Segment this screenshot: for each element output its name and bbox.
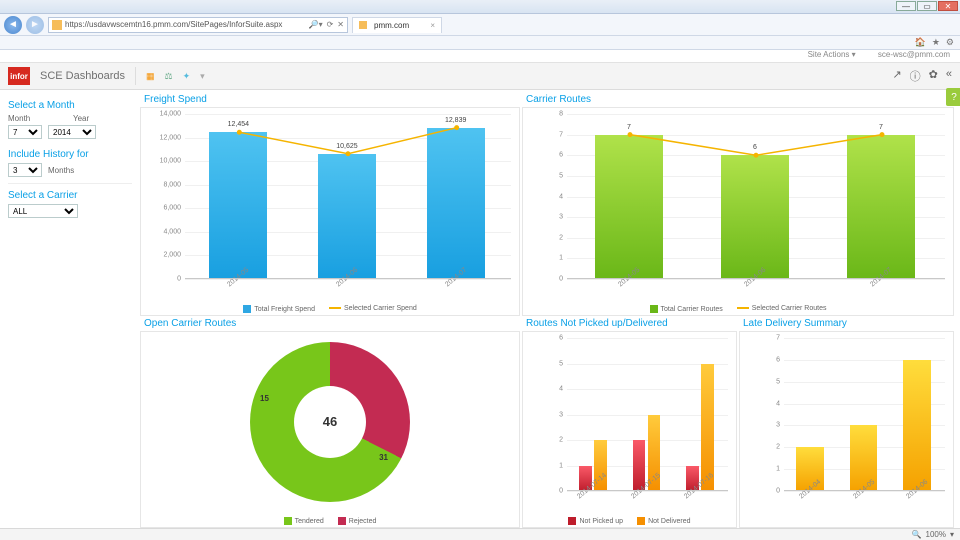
legend-selected-freight: Selected Carrier Spend <box>344 305 417 312</box>
carrier-select[interactable]: ALL <box>8 204 78 218</box>
not-picked-chart[interactable]: 01234562014-07-142014-07-152014-07-16 No… <box>522 331 737 528</box>
legend-tendered: Tendered <box>295 518 324 525</box>
history-unit-label: Months <box>48 166 132 175</box>
site-actions-menu[interactable]: Site Actions ▾ <box>808 50 856 59</box>
browser-nav-bar: ◄ ► https://usdavwscemtn16.pmm.com/SiteP… <box>0 14 960 36</box>
legend-total-routes: Total Carrier Routes <box>661 306 723 313</box>
sharepoint-strip: Site Actions ▾ sce-wsc@pmm.com <box>0 50 960 62</box>
info-icon[interactable]: ⓘ <box>910 68 921 84</box>
browser-status-bar: 🔍 100% ▾ <box>0 528 960 540</box>
menu-dropdown-icon[interactable]: ▾ <box>200 71 205 82</box>
tab-close-icon[interactable]: × <box>430 21 435 30</box>
carrier-routes-card: Carrier Routes 01234567872014-0562014-06… <box>522 94 954 316</box>
window-maximize-button[interactable]: ▭ <box>917 1 937 11</box>
collapse-icon[interactable]: « <box>946 68 952 84</box>
window-minimize-button[interactable]: — <box>896 1 916 11</box>
infor-logo: infor <box>8 67 30 85</box>
not-picked-title: Routes Not Picked up/Delivered <box>526 318 737 329</box>
legend-rejected: Rejected <box>349 518 377 525</box>
legend-not-delivered: Not Delivered <box>648 518 690 525</box>
window-close-button[interactable]: ✕ <box>938 1 958 11</box>
browser-command-bar: 🏠 ★ ⚙ <box>0 36 960 50</box>
browser-tab[interactable]: pmm.com × <box>352 17 442 33</box>
legend-not-picked: Not Picked up <box>579 518 623 525</box>
not-picked-card: Routes Not Picked up/Delivered 012345620… <box>522 318 737 528</box>
open-routes-chart[interactable]: 46 15 31 Tendered Rejected <box>140 331 520 528</box>
tools-icon[interactable]: ⚙ <box>946 37 954 48</box>
stop-icon[interactable]: ✕ <box>337 20 344 29</box>
carrier-routes-title: Carrier Routes <box>526 94 954 105</box>
site-favicon <box>52 20 62 30</box>
donut-total: 46 <box>323 414 337 429</box>
zoom-icon[interactable]: 🔍 <box>912 530 922 539</box>
app-header: infor SCE Dashboards ▦ ⚖ ✦ ▾ ↗ ⓘ ✿ « <box>0 62 960 90</box>
donut-rejected-label: 15 <box>260 394 269 403</box>
history-months-select[interactable]: 3 <box>8 163 42 177</box>
donut-tendered-label: 31 <box>379 453 388 462</box>
legend-total-freight: Total Freight Spend <box>254 306 315 313</box>
share-icon[interactable]: ↗ <box>892 68 901 84</box>
dashboards-icon[interactable]: ▦ <box>146 71 155 82</box>
dashboard-grid: ? Freight Spend 02,0004,0006,0008,00010,… <box>140 90 960 528</box>
freight-spend-chart[interactable]: 02,0004,0006,0008,00010,00012,00014,0001… <box>140 107 520 316</box>
nav-forward-button[interactable]: ► <box>26 16 44 34</box>
insights-icon[interactable]: ✦ <box>183 71 191 82</box>
freight-spend-title: Freight Spend <box>144 94 520 105</box>
month-select[interactable]: 7 <box>8 125 42 139</box>
carrier-routes-chart[interactable]: 01234567872014-0562014-0672014-07 Total … <box>522 107 954 316</box>
settings-icon[interactable]: ✿ <box>929 68 938 84</box>
favorites-icon[interactable]: ★ <box>932 37 940 48</box>
help-button[interactable]: ? <box>946 88 960 106</box>
year-label: Year <box>73 114 132 123</box>
filter-carrier-header: Select a Carrier <box>8 190 132 201</box>
tab-favicon <box>359 21 367 29</box>
zoom-dropdown-icon[interactable]: ▾ <box>950 530 954 539</box>
open-routes-card: Open Carrier Routes 46 15 31 Tendered Re… <box>140 318 520 528</box>
address-bar[interactable]: https://usdavwscemtn16.pmm.com/SitePages… <box>48 17 348 33</box>
late-delivery-chart[interactable]: 012345672014-042014-052014-06 <box>739 331 954 528</box>
dashboard-page: Select a Month Month Year 7 2014 Include… <box>0 90 960 528</box>
month-label: Month <box>8 114 67 123</box>
late-delivery-card: Late Delivery Summary 012345672014-04201… <box>739 318 954 528</box>
reports-icon[interactable]: ⚖ <box>165 71 173 82</box>
legend-selected-routes: Selected Carrier Routes <box>752 305 827 312</box>
search-icon[interactable]: 🔎▾ <box>309 20 323 29</box>
zoom-level: 100% <box>926 530 946 539</box>
open-routes-title: Open Carrier Routes <box>144 318 520 329</box>
tab-label: pmm.com <box>374 21 409 30</box>
home-icon[interactable]: 🏠 <box>915 37 926 48</box>
window-titlebar: — ▭ ✕ <box>0 0 960 14</box>
filter-sidebar: Select a Month Month Year 7 2014 Include… <box>0 90 140 528</box>
dashboard-title: SCE Dashboards <box>40 70 125 82</box>
user-menu[interactable]: sce-wsc@pmm.com <box>878 50 950 59</box>
freight-spend-card: Freight Spend 02,0004,0006,0008,00010,00… <box>140 94 520 316</box>
refresh-icon[interactable]: ⟳ <box>327 20 334 29</box>
filter-month-header: Select a Month <box>8 100 132 111</box>
nav-back-button[interactable]: ◄ <box>4 16 22 34</box>
filter-history-header: Include History for <box>8 149 132 160</box>
year-select[interactable]: 2014 <box>48 125 96 139</box>
url-text: https://usdavwscemtn16.pmm.com/SitePages… <box>65 20 282 29</box>
late-delivery-title: Late Delivery Summary <box>743 318 954 329</box>
